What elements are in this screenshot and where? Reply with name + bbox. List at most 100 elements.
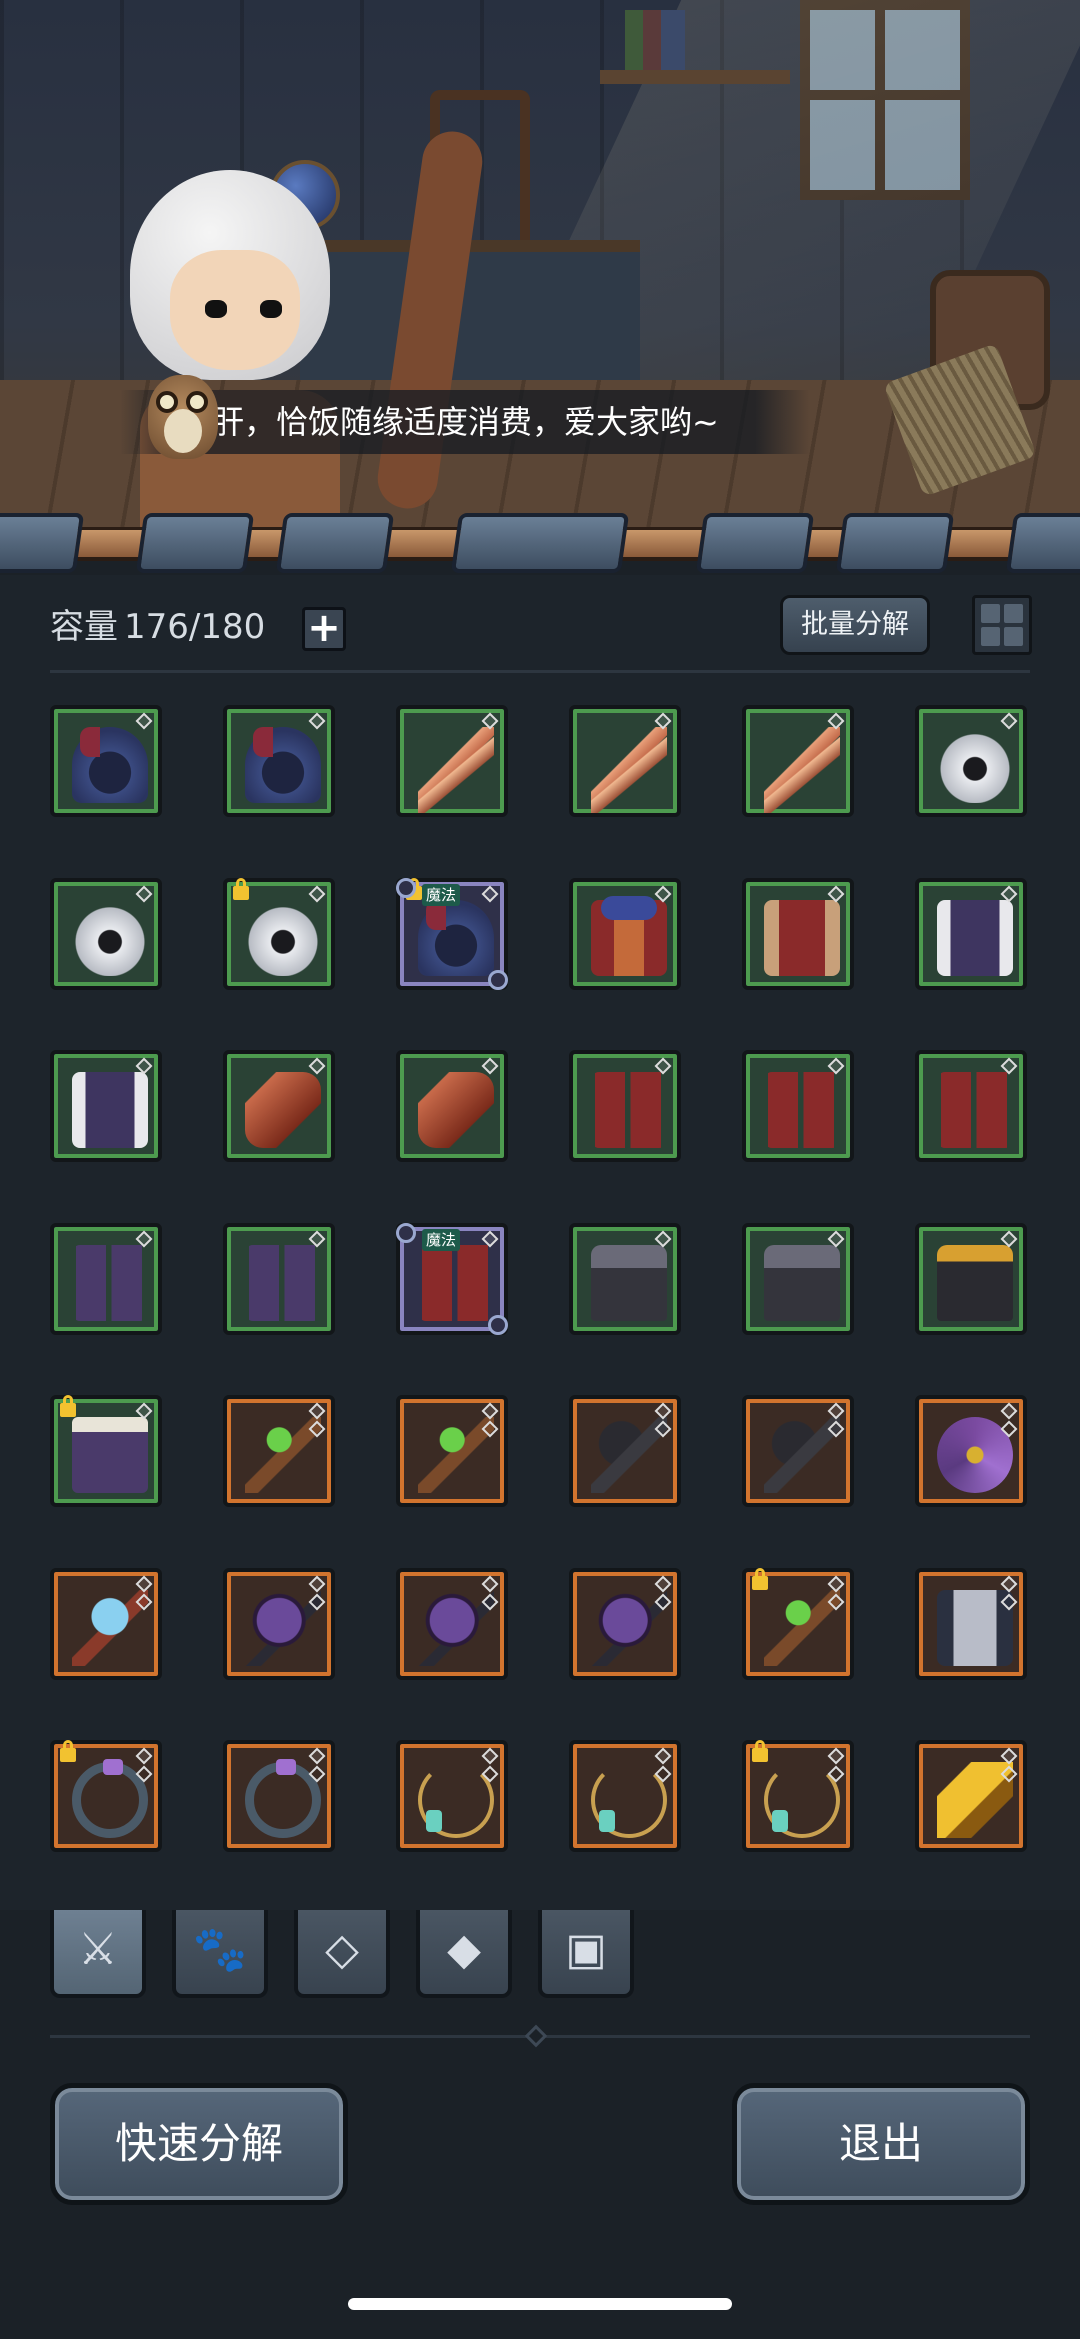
bracer-icon [245, 1072, 321, 1148]
tab-gem[interactable]: ◇ [294, 1910, 390, 1998]
grid-view-icon[interactable] [972, 595, 1032, 655]
hero-eye [260, 300, 282, 318]
inventory-slot-vest[interactable] [50, 1050, 162, 1162]
inventory-slot-hood[interactable]: 魔法 [396, 877, 508, 990]
inventory-slot-boots[interactable] [569, 1050, 681, 1162]
quill-icon [591, 727, 667, 813]
inventory-slot-fur-boots[interactable] [223, 1222, 335, 1335]
inventory-tabs: ⚔ 🐾 ◇ ◆ ▣ [0, 1910, 1080, 2010]
inventory-slot-boots[interactable]: 魔法 [396, 1222, 508, 1335]
inventory-slot-staff[interactable] [742, 1567, 854, 1680]
capacity-value: 176/180 [124, 607, 266, 647]
rail-post [135, 513, 255, 573]
tab-chest[interactable]: ▣ [538, 1910, 634, 1998]
divider-ornament [524, 2024, 548, 2048]
inventory-slot-ring[interactable] [50, 1740, 162, 1852]
inventory-slot-mace[interactable] [396, 1567, 508, 1680]
inventory-slot-staff[interactable] [396, 1395, 508, 1507]
rail-post [450, 513, 630, 573]
inventory-slot-cape[interactable] [50, 1395, 162, 1507]
inventory-slot-robe[interactable] [569, 877, 681, 990]
grid-cell [1004, 604, 1023, 623]
lock-icon [752, 1740, 768, 1762]
expand-capacity-button[interactable]: + [302, 607, 346, 651]
tab-equipment[interactable]: ⚔ [50, 1910, 146, 1998]
boots-icon [418, 1244, 494, 1321]
magic-tag: 魔法 [422, 1228, 461, 1251]
inventory-slot-bracer[interactable] [396, 1050, 508, 1162]
home-indicator[interactable] [348, 2298, 732, 2310]
rail-post [835, 513, 955, 573]
pants-icon [591, 1244, 667, 1321]
fur-boots-icon [72, 1244, 148, 1321]
bracer-icon [418, 1072, 494, 1148]
socket-icon [308, 712, 326, 730]
inventory-slot-bracer[interactable] [223, 1050, 335, 1162]
owl-belly [164, 409, 202, 453]
inventory-slot-pants[interactable] [742, 1222, 854, 1335]
inventory-slot-tunic[interactable] [742, 877, 854, 990]
owl-icon [140, 365, 226, 461]
inventory-slot-horned-helm[interactable] [223, 877, 335, 990]
vest-icon [72, 1072, 148, 1148]
hood-icon [72, 727, 148, 803]
tab-pet[interactable]: 🐾 [172, 1910, 268, 1998]
horned-helm-icon [72, 899, 148, 976]
frame-ornament [488, 969, 508, 990]
paw-icon: 🐾 [192, 1924, 248, 1975]
socket-icon [1000, 1402, 1018, 1420]
hero-character[interactable] [100, 127, 487, 540]
inventory-slot-boots[interactable] [742, 1050, 854, 1162]
inventory-slot-staff[interactable] [223, 1395, 335, 1507]
socket-icon [308, 1747, 326, 1765]
frame-ornament [396, 877, 416, 898]
quick-decompose-button[interactable]: 快速分解 [50, 2083, 348, 2205]
inventory-slot-gold-shard[interactable] [915, 1740, 1027, 1852]
boots-icon [764, 1072, 840, 1148]
inventory-slot-hood[interactable] [223, 705, 335, 817]
sword-icon: ⚔ [78, 1924, 118, 1975]
inventory-slot-hood[interactable] [50, 705, 162, 817]
inventory-slot-quill[interactable] [569, 705, 681, 817]
gold-pants-icon [937, 1244, 1013, 1321]
inventory-grid: 魔法 魔法 [50, 705, 1030, 1915]
inventory-slot-vest[interactable] [915, 877, 1027, 990]
inventory-slot-pants[interactable] [569, 1222, 681, 1335]
tab-material[interactable]: ◆ [416, 1910, 512, 1998]
chest-icon: ▣ [565, 1924, 607, 1975]
inventory-slot-horned-helm[interactable] [50, 877, 162, 990]
socket-icon [481, 1057, 499, 1075]
inventory-slot-quill[interactable] [742, 705, 854, 817]
lock-icon [752, 1567, 768, 1590]
inventory-slot-mace[interactable] [223, 1567, 335, 1680]
inventory-slot-necklace[interactable] [396, 1740, 508, 1852]
capacity-label: 容量 [50, 607, 118, 647]
frame-ornament [396, 1222, 416, 1243]
inventory-slot-wand[interactable] [915, 1395, 1027, 1507]
header-divider [50, 670, 1030, 673]
boots-icon [591, 1072, 667, 1148]
boots-icon [937, 1072, 1013, 1148]
inventory-slot-ring[interactable] [223, 1740, 335, 1852]
inventory-slot-fur-boots[interactable] [50, 1222, 162, 1335]
inventory-slot-hammer[interactable] [742, 1395, 854, 1507]
inventory-slot-necklace[interactable] [742, 1740, 854, 1852]
socket-icon [135, 712, 153, 730]
inventory-slot-mace[interactable] [569, 1567, 681, 1680]
inventory-slot-horned-helm[interactable] [915, 705, 1027, 817]
batch-decompose-button[interactable]: 批量分解 [780, 595, 930, 655]
inventory-slot-necklace[interactable] [569, 1740, 681, 1852]
diamond-icon: ◇ [325, 1924, 359, 1975]
robe-icon [591, 895, 667, 976]
vest-icon [937, 899, 1013, 976]
inventory-slot-boots[interactable] [915, 1050, 1027, 1162]
lock-icon [233, 877, 249, 900]
inventory-slot-gold-pants[interactable] [915, 1222, 1027, 1335]
inventory-slot-quill[interactable] [396, 705, 508, 817]
inventory-slot-coat[interactable] [915, 1567, 1027, 1680]
hood-icon [418, 899, 494, 976]
exit-button[interactable]: 退出 [732, 2083, 1030, 2205]
grid-cell [981, 604, 1000, 623]
inventory-slot-hammer[interactable] [569, 1395, 681, 1507]
inventory-slot-ice-scepter[interactable] [50, 1567, 162, 1680]
